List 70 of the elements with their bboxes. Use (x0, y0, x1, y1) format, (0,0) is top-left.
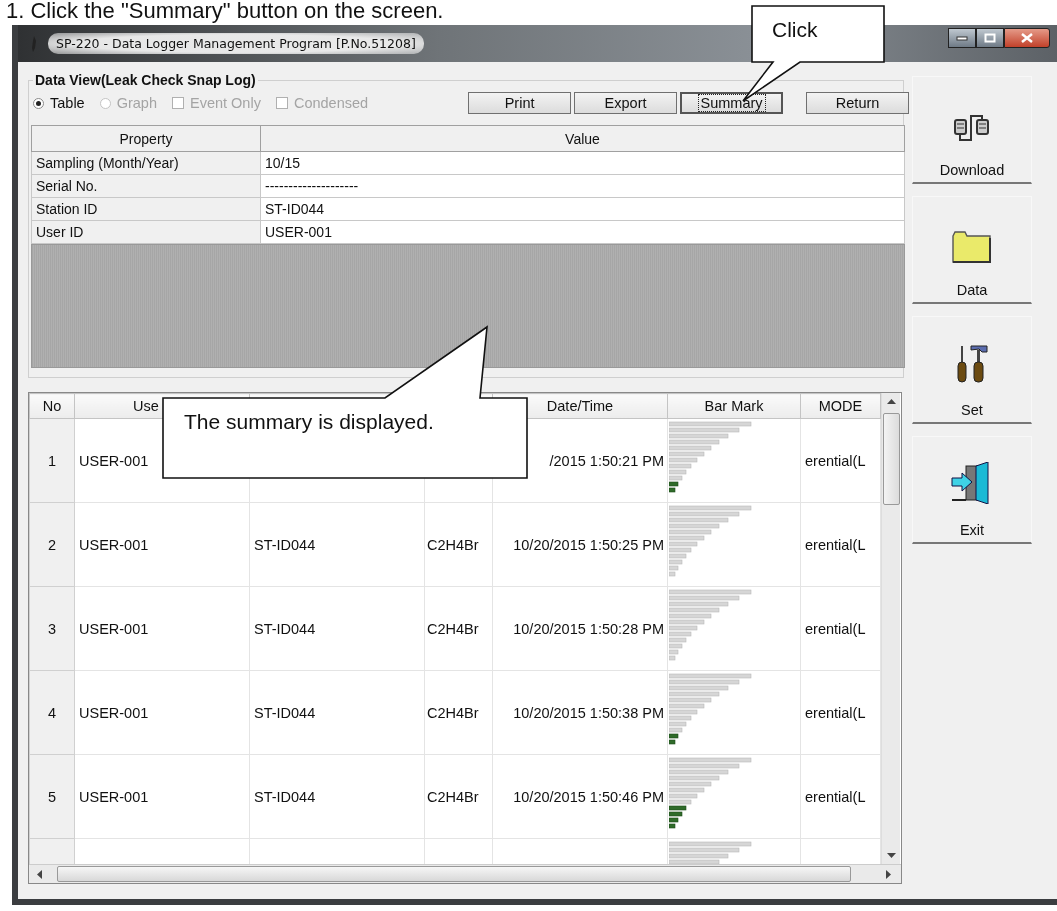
toolbar-button[interactable]: Summary (680, 92, 784, 114)
table-cell: C2H4Br (427, 536, 479, 553)
cable-connector-icon (952, 112, 992, 144)
minimize-button[interactable] (948, 28, 976, 48)
table-cell: USER-001 (79, 620, 149, 637)
scroll-right-icon (885, 869, 891, 879)
table-cell: ST-ID044 (254, 536, 316, 553)
tools-icon (954, 344, 990, 384)
sidebar-button[interactable]: Data (912, 196, 1032, 304)
instruction-heading: 1. Click the "Summary" button on the screen. (5, 0, 445, 25)
table-cell: USER-001 (79, 536, 149, 553)
row-number: 3 (47, 620, 57, 637)
maximize-icon (984, 33, 996, 43)
table-cell: 10/20/2015 1:50:46 PM (513, 788, 664, 805)
callout-text: Click (772, 18, 818, 42)
table-cell: USER-001 (79, 704, 149, 721)
value-cell: ST-ID044 (260, 197, 905, 221)
scroll-up-icon (886, 399, 896, 405)
row-number: 4 (47, 704, 57, 721)
folder-icon (951, 230, 993, 264)
callout-text: The summary is displayed. (184, 410, 434, 434)
group-title: Data View(Leak Check Snap Log) (33, 72, 258, 88)
row-number: 5 (47, 788, 57, 805)
window-title: SP-220 - Data Logger Management Program [P.No.51208] (48, 33, 424, 54)
row-number: 1 (47, 452, 57, 469)
scrollbar-thumb[interactable] (57, 866, 851, 882)
toolbar-button[interactable]: Export (574, 92, 678, 114)
table-cell: 10/20/2015 1:50:28 PM (513, 620, 664, 637)
table-cell: ST-ID044 (254, 620, 316, 637)
property-cell: User ID (31, 220, 261, 244)
value-cell: USER-001 (260, 220, 905, 244)
table-cell: /2015 1:50:21 PM (549, 452, 664, 469)
table-cell: erential(L (805, 536, 866, 553)
table-cell: erential(L (805, 788, 866, 805)
scrollbar-thumb[interactable] (882, 413, 900, 505)
horizontal-scrollbar[interactable] (29, 864, 901, 883)
table-cell: C2H4Br (427, 788, 479, 805)
vertical-scrollbar[interactable] (881, 393, 900, 864)
sidebar-button[interactable]: Download (912, 76, 1032, 184)
row-number: 2 (47, 536, 57, 553)
maximize-button[interactable] (976, 28, 1004, 48)
toolbar-button[interactable]: Print (468, 92, 572, 114)
radio-option[interactable]: Table (33, 95, 85, 111)
close-button[interactable] (1004, 28, 1050, 48)
table-cell: erential(L (805, 452, 866, 469)
scroll-left-icon (37, 869, 43, 879)
property-cell: Serial No. (31, 174, 261, 198)
value-cell: 10/15 (260, 151, 905, 175)
close-icon (1021, 33, 1033, 43)
sidebar-button[interactable]: Set (912, 316, 1032, 424)
table-cell: USER-001 (79, 452, 149, 469)
table-cell: 10/20/2015 1:50:38 PM (513, 704, 664, 721)
property-cell: Sampling (Month/Year) (31, 151, 261, 175)
table-cell: C2H4Br (427, 620, 479, 637)
table-cell: 10/20/2015 1:50:25 PM (513, 536, 664, 553)
toolbar-button[interactable]: Return (806, 92, 910, 114)
table-cell: erential(L (805, 620, 866, 637)
table-cell: USER-001 (79, 788, 149, 805)
property-cell: Station ID (31, 197, 261, 221)
table-cell: ST-ID044 (254, 704, 316, 721)
value-cell: -------------------- (260, 174, 905, 198)
sidebar-button[interactable]: Exit (912, 436, 1032, 544)
column-header: Property (31, 125, 261, 152)
minimize-icon (956, 35, 968, 41)
column-header: Value (260, 125, 905, 152)
column-header[interactable]: Use (133, 398, 159, 414)
table-cell: C2H4Br (427, 704, 479, 721)
table-cell: erential(L (805, 704, 866, 721)
table-cell: ST-ID044 (254, 788, 316, 805)
scroll-down-icon (886, 852, 896, 858)
